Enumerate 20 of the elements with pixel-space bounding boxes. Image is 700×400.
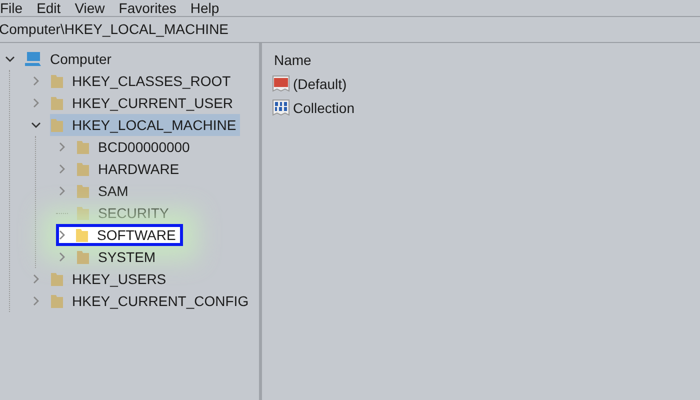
tree-item[interactable]: SAM (76, 180, 132, 202)
tree-item[interactable]: BCD00000000 (76, 136, 194, 158)
tree-item[interactable]: HKEY_LOCAL_MACHINE (50, 114, 240, 136)
menu-item[interactable]: Help (190, 0, 220, 16)
tree-item[interactable]: HKEY_CLASSES_ROOT (50, 70, 235, 92)
value-name[interactable]: (Default) (293, 74, 347, 94)
tree-item[interactable]: HKEY_CURRENT_USER (50, 92, 238, 114)
tree-item[interactable]: Computer (24, 48, 116, 70)
tree-item[interactable]: SOFTWARE (56, 224, 183, 246)
address-bar[interactable]: Computer\HKEY_LOCAL_MACHINE (0, 19, 229, 40)
menu-item[interactable]: View (74, 0, 105, 16)
menu-item[interactable]: Edit (36, 0, 61, 16)
tree-item[interactable]: HARDWARE (76, 158, 184, 180)
tree-item[interactable]: HKEY_USERS (50, 268, 170, 290)
value-name[interactable]: Collection (293, 98, 354, 118)
column-header[interactable]: Name (274, 50, 700, 72)
tree-item[interactable]: SYSTEM (76, 246, 160, 268)
menu-item[interactable]: File (0, 0, 23, 16)
tree-item[interactable]: HKEY_CURRENT_CONFIG (50, 290, 253, 312)
menu-item[interactable]: Favorites (118, 0, 176, 16)
